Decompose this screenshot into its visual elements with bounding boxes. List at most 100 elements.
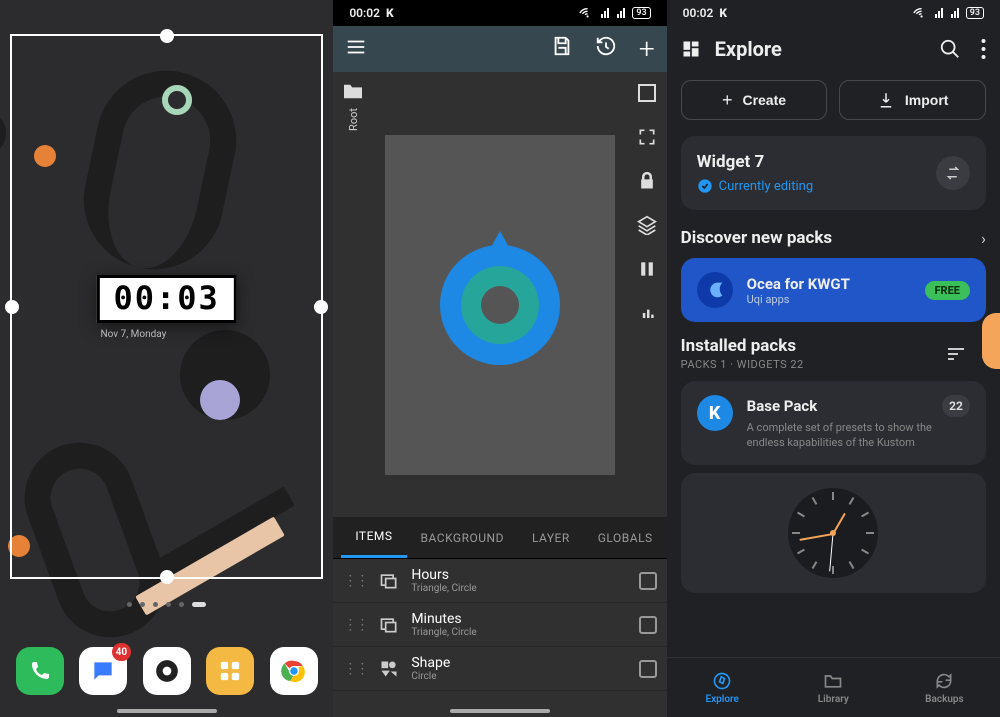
nav-label: Explore xyxy=(705,694,738,705)
editor-right-toolbar xyxy=(627,72,667,517)
drag-handle-icon[interactable]: ⋮⋮ xyxy=(343,661,367,677)
widget-card-status: Currently editing xyxy=(719,179,813,194)
sort-icon[interactable] xyxy=(947,347,965,361)
phone-2-editor: 00:02 K 93 + Root xyxy=(333,0,666,717)
pack-count-badge: 22 xyxy=(942,395,970,417)
list-item[interactable]: ⋮⋮ Shape Circle xyxy=(333,647,666,691)
nav-label: Backups xyxy=(925,694,964,705)
item-checkbox[interactable] xyxy=(639,660,657,678)
status-app-icon: K xyxy=(386,6,394,20)
home-indicator[interactable] xyxy=(450,709,550,713)
dock-chrome-app[interactable] xyxy=(270,647,318,695)
resize-handle-right[interactable] xyxy=(314,300,328,314)
import-label: Import xyxy=(905,92,949,108)
swap-icon[interactable] xyxy=(936,156,970,190)
resize-handle-top[interactable] xyxy=(160,29,174,43)
installed-title: Installed packs xyxy=(681,336,804,356)
more-icon[interactable] xyxy=(981,39,986,59)
tab-layer[interactable]: LAYER xyxy=(518,517,584,558)
tab-background[interactable]: BACKGROUND xyxy=(407,517,518,558)
search-icon[interactable] xyxy=(939,38,961,60)
dock-camera-app[interactable] xyxy=(143,647,191,695)
installed-subtitle: PACKS 1 · WIDGETS 22 xyxy=(681,358,804,371)
resize-handle-bottom[interactable] xyxy=(160,570,174,584)
status-right-icons: 93 xyxy=(913,7,984,19)
free-badge: FREE xyxy=(925,281,970,300)
clock-date: Nov 7, Monday xyxy=(100,329,236,340)
phone-1-homescreen: 00:03 K 93 00:03 Nov 7, Monday 40 xyxy=(0,0,333,717)
tool-layers-icon[interactable] xyxy=(636,214,658,236)
dock-messages-app[interactable]: 40 xyxy=(79,647,127,695)
item-subtitle: Triangle, Circle xyxy=(411,627,626,638)
status-bar: 00:02 K 93 xyxy=(333,0,666,26)
tab-globals[interactable]: GLOBALS xyxy=(584,517,667,558)
drag-handle-icon[interactable]: ⋮⋮ xyxy=(343,573,367,589)
analog-clock-face xyxy=(788,488,878,578)
item-checkbox[interactable] xyxy=(639,616,657,634)
list-item[interactable]: ⋮⋮ Minutes Triangle, Circle xyxy=(333,603,666,647)
pack-ocea-icon xyxy=(697,272,733,308)
dock-phone-app[interactable] xyxy=(16,647,64,695)
next-pack-peek[interactable] xyxy=(982,313,1000,369)
tool-lock-icon[interactable] xyxy=(636,170,658,192)
save-icon[interactable] xyxy=(551,35,573,63)
dock-apps-drawer[interactable] xyxy=(206,647,254,695)
nav-library[interactable]: Library xyxy=(778,658,889,717)
item-title: Shape xyxy=(411,655,626,671)
current-widget-card[interactable]: Widget 7 Currently editing xyxy=(681,136,986,210)
widget-card-title: Widget 7 xyxy=(697,152,813,172)
phone-3-explore: 00:02 K 93 Explore + Create Import Widge… xyxy=(667,0,1000,717)
nav-explore[interactable]: Explore xyxy=(667,658,778,717)
editor-tabs: ITEMS BACKGROUND LAYER GLOBALS S xyxy=(333,517,666,559)
pack-description: A complete set of presets to show the en… xyxy=(747,421,970,451)
status-time: 00:02 xyxy=(349,6,380,20)
shape-icon xyxy=(379,659,399,679)
home-indicator[interactable] xyxy=(117,709,217,713)
tool-chart-icon[interactable] xyxy=(636,302,658,324)
menu-icon[interactable] xyxy=(345,36,367,62)
item-title: Hours xyxy=(411,567,626,583)
discover-title: Discover new packs xyxy=(681,228,833,248)
tool-fullscreen-icon[interactable] xyxy=(636,126,658,148)
item-checkbox[interactable] xyxy=(639,572,657,590)
editor-canvas[interactable] xyxy=(373,72,626,517)
battery-icon: 93 xyxy=(632,7,650,19)
add-icon[interactable]: + xyxy=(639,35,655,63)
analog-clock-preview[interactable] xyxy=(681,473,986,593)
page-title: Explore xyxy=(715,37,925,61)
drag-handle-icon[interactable]: ⋮⋮ xyxy=(343,617,367,633)
dashboard-icon[interactable] xyxy=(681,39,701,59)
tool-pause-icon[interactable] xyxy=(636,258,658,280)
pack-ocea[interactable]: Ocea for KWGT Uqi apps FREE xyxy=(681,258,986,322)
installed-section-header[interactable]: Installed packs PACKS 1 · WIDGETS 22 › xyxy=(667,336,1000,371)
folder-icon xyxy=(823,671,843,691)
folder-icon[interactable] xyxy=(342,82,364,100)
root-label[interactable]: Root xyxy=(347,108,360,131)
clock-widget[interactable]: 00:03 Nov 7, Monday xyxy=(96,275,236,340)
resize-handle-left[interactable] xyxy=(5,300,19,314)
plus-icon: + xyxy=(722,90,733,111)
messages-badge: 40 xyxy=(112,643,131,661)
pack-base[interactable]: K Base Pack 22 A complete set of presets… xyxy=(681,381,986,465)
history-icon[interactable] xyxy=(595,35,617,63)
dock: 40 xyxy=(0,647,333,695)
item-title: Minutes xyxy=(411,611,626,627)
status-app-icon: K xyxy=(719,6,727,20)
editor-items-list: ⋮⋮ Hours Triangle, Circle ⋮⋮ Minutes Tri… xyxy=(333,559,666,687)
explore-actions: + Create Import xyxy=(667,72,1000,136)
list-item[interactable]: ⋮⋮ Hours Triangle, Circle xyxy=(333,559,666,603)
discover-section-header[interactable]: Discover new packs › xyxy=(667,228,1000,248)
editor-left-sidebar: Root xyxy=(333,72,373,517)
create-label: Create xyxy=(742,92,786,108)
nav-label: Library xyxy=(818,694,849,705)
chevron-right-icon: › xyxy=(981,229,986,248)
create-button[interactable]: + Create xyxy=(681,80,828,120)
clock-time: 00:03 xyxy=(96,275,236,323)
page-indicator[interactable] xyxy=(0,602,333,607)
pack-title: Ocea for KWGT xyxy=(747,275,850,293)
tab-items[interactable]: ITEMS xyxy=(341,517,406,558)
nav-backups[interactable]: Backups xyxy=(889,658,1000,717)
tool-rect-icon[interactable] xyxy=(636,82,658,104)
pack-title: Base Pack xyxy=(747,397,818,415)
import-button[interactable]: Import xyxy=(839,80,986,120)
